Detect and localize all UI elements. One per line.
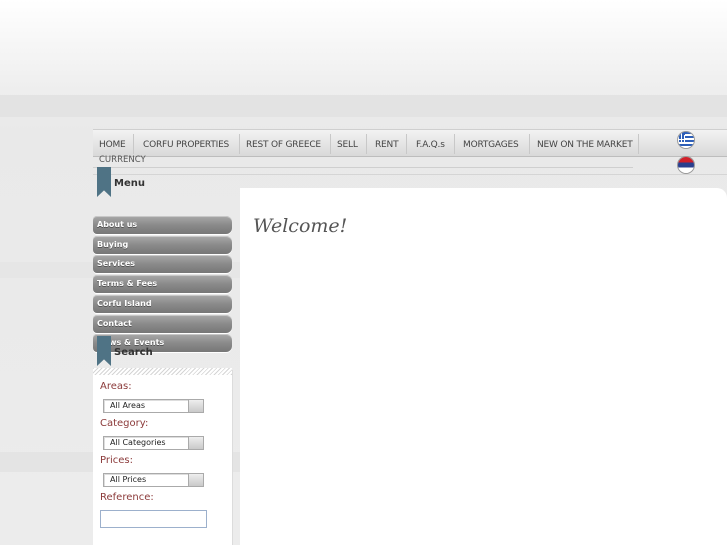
bookmark-ribbon-icon <box>97 336 111 366</box>
nav-corfu-properties[interactable]: CORFU PROPERTIES <box>143 130 229 156</box>
nav-rent[interactable]: RENT <box>375 130 399 156</box>
category-select-value: All Categories <box>110 438 166 447</box>
nav-sell[interactable]: SELL <box>337 130 358 156</box>
serbian-flag-icon[interactable] <box>678 157 694 173</box>
menu-item-buying[interactable]: Buying <box>93 236 232 254</box>
areas-label: Areas: <box>100 381 132 392</box>
nav-new-on-the-market[interactable]: NEW ON THE MARKET <box>537 130 633 156</box>
search-title: Search <box>114 347 153 358</box>
divider <box>93 368 232 375</box>
welcome-heading: Welcome! <box>253 215 348 237</box>
main-content-panel <box>240 188 727 545</box>
menu-item-contact[interactable]: Contact <box>93 315 232 333</box>
prices-select[interactable]: All Prices <box>103 473 204 487</box>
dropdown-arrow-icon[interactable] <box>188 474 203 486</box>
nav-faqs[interactable]: F.A.Q.s <box>416 130 445 156</box>
category-select[interactable]: All Categories <box>103 436 204 450</box>
bookmark-ribbon-icon <box>97 167 111 197</box>
divider <box>93 174 727 175</box>
nav-home[interactable]: HOME <box>99 130 126 156</box>
nav-rest-of-greece[interactable]: REST OF GREECE <box>246 130 321 156</box>
menu-item-corfu-island[interactable]: Corfu Island <box>93 295 232 313</box>
reference-input[interactable] <box>100 510 207 528</box>
reference-label: Reference: <box>100 492 154 503</box>
prices-label: Prices: <box>100 455 133 466</box>
nav-mortgages[interactable]: MORTGAGES <box>463 130 519 156</box>
dropdown-arrow-icon[interactable] <box>188 400 203 412</box>
menu-item-services[interactable]: Services <box>93 255 232 273</box>
greek-flag-icon[interactable] <box>678 132 694 148</box>
areas-select[interactable]: All Areas <box>103 399 204 413</box>
prices-select-value: All Prices <box>110 475 147 484</box>
menu-title: Menu <box>114 178 145 189</box>
divider <box>93 167 633 168</box>
currency-label: CURRENCY <box>99 155 146 165</box>
areas-select-value: All Areas <box>110 401 146 410</box>
dropdown-arrow-icon[interactable] <box>188 437 203 449</box>
category-label: Category: <box>100 418 149 429</box>
menu-item-about-us[interactable]: About us <box>93 216 232 234</box>
top-navigation: HOME CORFU PROPERTIES REST OF GREECE SEL… <box>93 129 727 157</box>
menu-item-terms-fees[interactable]: Terms & Fees <box>93 275 232 293</box>
